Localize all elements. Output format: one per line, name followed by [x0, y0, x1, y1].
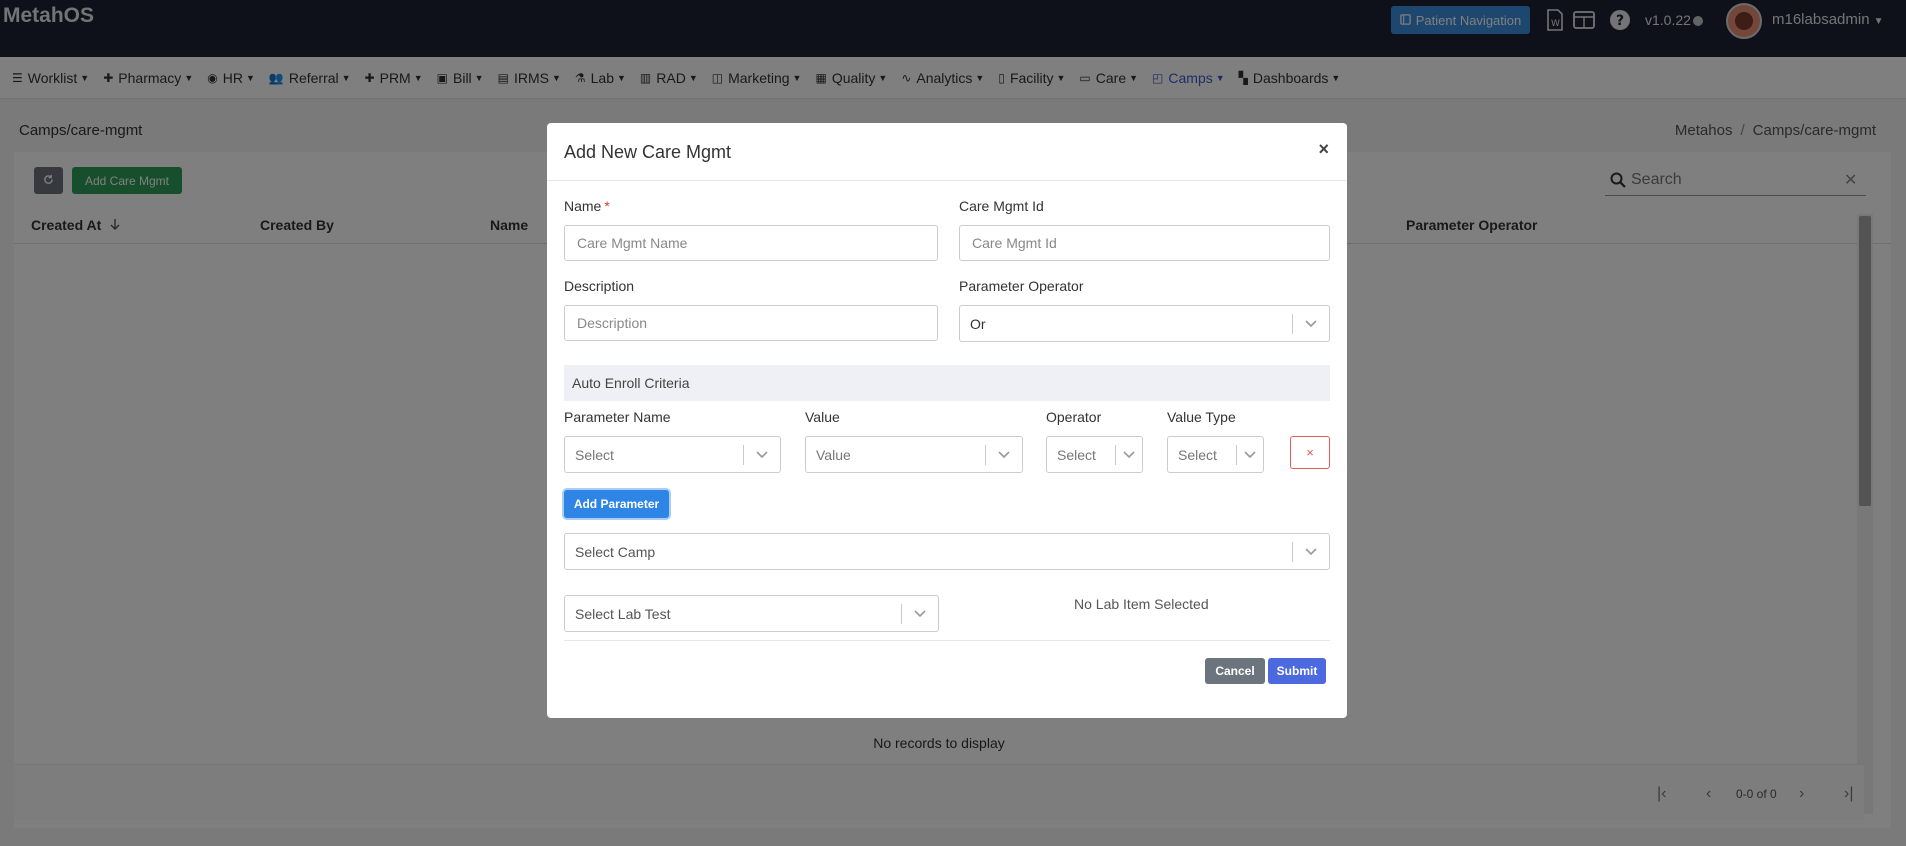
description-input[interactable] [564, 305, 938, 341]
modal-footer-divider [564, 640, 1330, 641]
chevron-down-icon [902, 609, 938, 618]
select-camp-select[interactable]: Select Camp [564, 533, 1330, 570]
care-mgmt-id-input[interactable] [959, 225, 1330, 261]
cancel-button[interactable]: Cancel [1205, 658, 1265, 684]
care-mgmt-id-label: Care Mgmt Id [959, 198, 1044, 214]
parameter-operator-value: Or [970, 315, 986, 332]
chevron-down-icon [744, 450, 780, 459]
parameter-name-label: Parameter Name [564, 409, 671, 425]
select-lab-test-select[interactable]: Select Lab Test [564, 595, 939, 632]
description-label: Description [564, 278, 635, 294]
add-parameter-button[interactable]: Add Parameter [564, 490, 669, 518]
modal-title: Add New Care Mgmt [564, 142, 732, 162]
chevron-down-icon [1293, 319, 1329, 328]
parameter-name-select[interactable]: Select [564, 436, 781, 473]
value-type-label: Value Type [1167, 409, 1236, 425]
operator-select[interactable]: Select [1046, 436, 1143, 473]
value-label: Value [805, 409, 840, 425]
chevron-down-icon [1293, 547, 1329, 556]
parameter-operator-select[interactable]: Or [959, 305, 1330, 342]
auto-enroll-criteria-header: Auto Enroll Criteria [564, 365, 1330, 401]
operator-label: Operator [1046, 409, 1102, 425]
name-label: Name * [564, 198, 610, 214]
chevron-down-icon [1237, 450, 1263, 459]
parameter-operator-label: Parameter Operator [959, 278, 1084, 294]
submit-button[interactable]: Submit [1268, 658, 1326, 684]
no-lab-item-text: No Lab Item Selected [1074, 596, 1209, 612]
close-icon[interactable]: × [1318, 139, 1329, 160]
remove-parameter-button[interactable]: × [1290, 436, 1330, 469]
value-select[interactable]: Value [805, 436, 1023, 473]
value-type-select[interactable]: Select [1167, 436, 1264, 473]
modal-header: Add New Care Mgmt × [547, 123, 1347, 181]
chevron-down-icon [986, 450, 1022, 459]
name-input[interactable] [564, 225, 938, 261]
required-marker: * [604, 198, 610, 214]
chevron-down-icon [1116, 450, 1142, 459]
add-care-mgmt-modal: Add New Care Mgmt × Name* Care Mgmt Id D… [547, 123, 1347, 718]
